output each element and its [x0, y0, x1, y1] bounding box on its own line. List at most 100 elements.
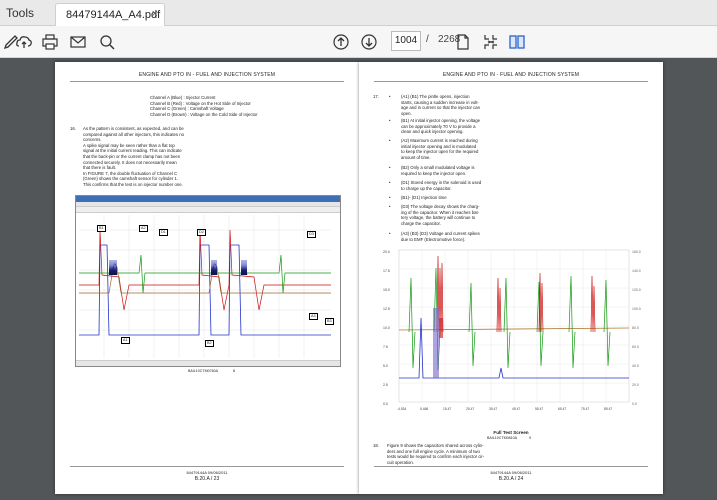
svg-text:10.0: 10.0 — [383, 326, 390, 330]
svg-text:60.0: 60.0 — [632, 345, 639, 349]
bullet-text: (A2) Maximum current is reached during in… — [401, 138, 479, 160]
bullet-dot: • — [389, 138, 391, 143]
step-number: 17. — [373, 94, 379, 99]
svg-text:80.0: 80.0 — [632, 326, 639, 330]
toolbar: 1004 / 2268 — [0, 26, 717, 58]
figure-number: 8 — [233, 369, 235, 373]
bullet-text: (B1) At initial injector opening, the vo… — [401, 118, 481, 135]
pdf-page-left: ENGINE AND PTO IN - FUEL AND INJECTION S… — [55, 62, 359, 494]
figure-title: Full Test Screen — [493, 430, 529, 435]
svg-text:2.5: 2.5 — [383, 383, 388, 387]
bullet-text: (B1)- (D1) Injection time — [401, 195, 447, 200]
tab-bar: Tools 84479144A_A4.pdf × — [0, 0, 717, 26]
two-page-icon[interactable] — [506, 31, 528, 53]
bullet-text: (D3) The voltage decay shows the charg-i… — [401, 204, 480, 226]
bullet-dot: • — [389, 180, 391, 185]
tools-layout-icon[interactable] — [480, 31, 502, 53]
scope-plot: B1 A2 D1 D2 D3 A3 B3 B2 A1 — [79, 215, 334, 358]
bullet-dot: • — [389, 231, 391, 236]
svg-text:20.0: 20.0 — [383, 250, 390, 254]
svg-text:45.47: 45.47 — [512, 407, 520, 411]
step-16-text: As the pattern is consistent, as expecte… — [83, 126, 185, 187]
oscilloscope-screenshot: B1 A2 D1 D2 D3 A3 B3 B2 A1 — [75, 195, 341, 367]
cloud-upload-icon[interactable] — [13, 31, 35, 53]
svg-text:35.47: 35.47 — [489, 407, 497, 411]
bullet-text: (A3) (B3) (D3) Voltage and current spike… — [401, 231, 480, 242]
svg-text:40.0: 40.0 — [632, 364, 639, 368]
prev-page-icon[interactable] — [330, 31, 352, 53]
label-d3: D3 — [307, 231, 316, 238]
bullet-text: (D1) Stored energy in the solenoid is us… — [401, 180, 482, 191]
svg-text:75.47: 75.47 — [581, 407, 589, 411]
bullet-text: (B2) Only a small modulated voltage is re… — [401, 165, 475, 176]
svg-text:85.47: 85.47 — [604, 407, 612, 411]
page-number-input[interactable]: 1004 — [391, 31, 421, 51]
channel-table: Channel A (Blue) : Injector Current Chan… — [150, 95, 258, 117]
svg-text:-4.534: -4.534 — [397, 407, 407, 411]
bullet-dot: • — [389, 195, 391, 200]
svg-text:140.0: 140.0 — [632, 269, 641, 273]
page-separator: / — [426, 34, 429, 45]
bullet-text: (A1) (B1) The pintle opens, injection sta… — [401, 94, 481, 116]
label-a2: A2 — [139, 225, 148, 232]
footer-page: B.20.A / 23 — [194, 476, 220, 482]
document-tab[interactable]: 84479144A_A4.pdf × — [55, 3, 165, 26]
svg-text:15.47: 15.47 — [443, 407, 451, 411]
label-d2: D2 — [197, 229, 206, 236]
header-rule — [70, 81, 344, 82]
bullet-dot: • — [389, 165, 391, 170]
page-header: ENGINE AND PTO IN - FUEL AND INJECTION S… — [138, 72, 276, 78]
label-a3: A3 — [309, 313, 318, 320]
zoom-icon[interactable] — [96, 31, 118, 53]
document-viewer[interactable]: ENGINE AND PTO IN - FUEL AND INJECTION S… — [0, 58, 717, 500]
svg-text:100.0: 100.0 — [632, 307, 641, 311]
svg-text:5.0: 5.0 — [383, 364, 388, 368]
screenshot-caption: BAIL10CTM0760A — [188, 369, 218, 373]
channel-row: Channel D (Brown) : Voltage on the Cold … — [150, 111, 258, 117]
figure-number: 9 — [529, 436, 531, 440]
svg-text:120.0: 120.0 — [632, 288, 641, 292]
page-view-icon[interactable] — [452, 31, 474, 53]
tools-menu[interactable]: Tools — [6, 6, 34, 20]
svg-text:17.5: 17.5 — [383, 269, 390, 273]
step-18-text: Figure 9 shows the capacitors shared acr… — [387, 443, 485, 465]
svg-text:12.5: 12.5 — [383, 307, 390, 311]
svg-text:65.47: 65.47 — [558, 407, 566, 411]
next-page-icon[interactable] — [358, 31, 380, 53]
svg-text:20.0: 20.0 — [632, 383, 639, 387]
step-number: 18. — [373, 443, 379, 448]
svg-text:160.0: 160.0 — [632, 250, 641, 254]
screenshot-statusbar — [76, 360, 340, 366]
footer-doc: 84479144A 09/06/2011 — [186, 470, 228, 475]
footer-doc: 84479144A 09/06/2011 — [490, 470, 532, 475]
footer-rule — [70, 466, 344, 467]
label-a1: A1 — [121, 337, 130, 344]
label-b3: B3 — [325, 318, 334, 325]
page-header: ENGINE AND PTO IN - FUEL AND INJECTION S… — [442, 72, 580, 78]
svg-text:0.0: 0.0 — [383, 402, 388, 406]
svg-text:5.466: 5.466 — [420, 407, 428, 411]
svg-text:7.5: 7.5 — [383, 345, 388, 349]
screenshot-toolbar — [76, 207, 340, 213]
email-icon[interactable] — [67, 31, 89, 53]
figure-caption: BAIL10CTM0810A — [487, 436, 517, 440]
step-number: 16. — [70, 126, 76, 131]
tab-title: 84479144A_A4.pdf — [66, 9, 161, 21]
full-test-scope-figure: 20.0 17.5 15.0 12.5 10.0 7.5 5.0 2.5 0.0 160.0… — [379, 248, 651, 426]
bullet-dot: • — [389, 94, 391, 99]
print-icon[interactable] — [39, 31, 61, 53]
tab-close-icon[interactable]: × — [152, 8, 158, 20]
bullet-dot: • — [389, 204, 391, 209]
label-b2: B2 — [205, 340, 214, 347]
bullet-dot: • — [389, 118, 391, 123]
header-rule — [374, 81, 648, 82]
svg-text:0.0: 0.0 — [632, 402, 637, 406]
pdf-page-right: ENGINE AND PTO IN - FUEL AND INJECTION S… — [359, 62, 663, 494]
footer-rule — [374, 466, 648, 467]
label-d1: D1 — [159, 229, 168, 236]
svg-text:55.47: 55.47 — [535, 407, 543, 411]
svg-text:25.47: 25.47 — [466, 407, 474, 411]
label-b1: B1 — [97, 225, 106, 232]
footer-page: B.20.A / 24 — [498, 476, 524, 482]
svg-text:15.0: 15.0 — [383, 288, 390, 292]
